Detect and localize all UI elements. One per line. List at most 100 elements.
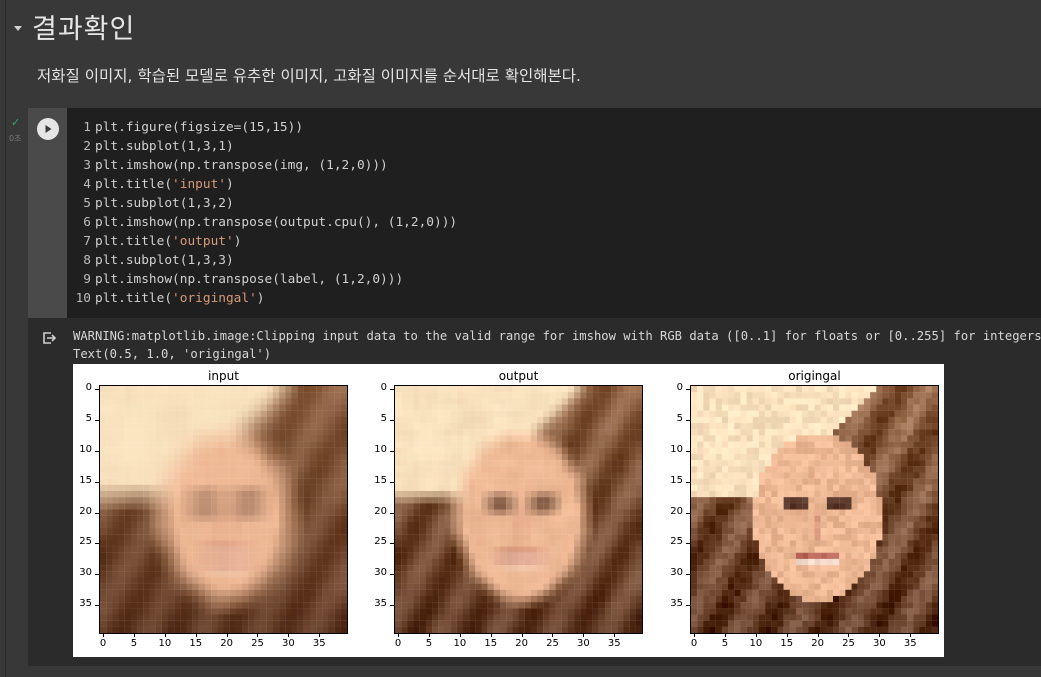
x-tick-mark [428, 633, 430, 637]
x-tick-mark [319, 633, 321, 637]
plot-image-panel [394, 385, 643, 634]
y-tick-label: 0 [676, 382, 683, 394]
x-tick-mark [817, 633, 819, 637]
y-tick-label: 30 [79, 567, 92, 579]
y-tick-label: 20 [79, 505, 92, 517]
x-tick-label: 10 [453, 638, 467, 649]
y-tick-mark [95, 512, 99, 514]
image-pixels [100, 386, 347, 633]
output-redirect-icon[interactable] [41, 330, 57, 346]
caret-down-icon[interactable] [14, 25, 22, 31]
y-tick-mark [686, 450, 690, 452]
y-tick-mark [390, 419, 394, 421]
x-tick-mark [288, 633, 290, 637]
y-tick-label: 30 [374, 567, 387, 579]
run-status-check-icon: ✓ [11, 116, 21, 129]
x-tick-label: 30 [576, 638, 590, 649]
y-tick-mark [390, 512, 394, 514]
x-tick-mark [694, 633, 696, 637]
x-tick-label: 30 [281, 638, 295, 649]
y-tick-mark [686, 512, 690, 514]
plot-title: origingal [788, 369, 841, 383]
y-tick-label: 10 [79, 443, 92, 455]
code-line[interactable]: 1 plt.figure(figsize=(15,15)) [72, 118, 457, 137]
warning-text: WARNING:matplotlib.image:Clipping input … [73, 329, 1041, 343]
y-tick-mark [390, 481, 394, 483]
y-tick-mark [390, 543, 394, 545]
x-tick-mark [552, 633, 554, 637]
y-tick-mark [686, 481, 690, 483]
run-duration: 0초 [9, 134, 22, 143]
code-line[interactable]: 4 plt.title('input') [72, 175, 457, 194]
code-text[interactable]: 1 plt.figure(figsize=(15,15)) 2 plt.subplot… [72, 118, 458, 308]
y-tick-mark [390, 450, 394, 452]
section-header[interactable]: 결과확인 [14, 8, 136, 45]
x-tick-label: 20 [515, 638, 528, 649]
line-number: 7 [83, 234, 91, 249]
play-circle-icon [45, 125, 52, 133]
code-line[interactable]: 7 plt.title('output') [72, 232, 457, 251]
line-number: 1 [83, 120, 91, 135]
line-number: 10 [75, 291, 91, 306]
matplotlib-figure: input 0 5 10 15 20 25 30 35 0 5 10 15 20 25 30 35 output 0… [73, 364, 944, 657]
x-tick-mark [724, 633, 726, 637]
run-cell-button[interactable] [37, 118, 59, 140]
x-tick-label: 15 [780, 638, 794, 649]
plot-image-panel [99, 385, 348, 634]
y-tick-mark [95, 389, 99, 391]
code-segment: plt.imshow(np.transpose(label, (1,2,0))) [95, 272, 404, 287]
y-tick-label: 5 [85, 412, 92, 424]
y-tick-label: 15 [670, 474, 683, 486]
y-tick-label: 20 [374, 505, 387, 517]
x-tick-label: 10 [749, 638, 763, 649]
x-tick-mark [490, 633, 492, 637]
x-tick-mark [195, 633, 197, 637]
x-tick-label: 20 [811, 638, 824, 649]
section-title: 결과확인 [32, 13, 136, 45]
result-text: Text(0.5, 1.0, 'origingal') [73, 347, 272, 361]
x-tick-label: 5 [130, 638, 138, 649]
x-tick-label: 20 [220, 638, 233, 649]
x-tick-label: 15 [189, 638, 203, 649]
code-line[interactable]: 10 plt.title('origingal') [72, 289, 457, 308]
y-tick-label: 15 [374, 474, 387, 486]
x-tick-label: 30 [872, 638, 886, 649]
x-tick-label: 15 [484, 638, 498, 649]
code-line[interactable]: 5 plt.subplot(1,3,2) [72, 194, 457, 213]
string-literal: 'output' [172, 234, 234, 249]
code-line[interactable]: 9 plt.imshow(np.transpose(label, (1,2,0))… [72, 270, 457, 289]
code-line[interactable]: 6 plt.imshow(np.transpose(output.cpu(), (… [72, 213, 457, 232]
x-tick-mark [521, 633, 523, 637]
y-tick-mark [686, 389, 690, 391]
code-line[interactable]: 8 plt.subplot(1,3,3) [72, 251, 457, 270]
line-number: 9 [83, 272, 91, 287]
y-tick-label: 25 [374, 536, 387, 548]
code-segment: plt.title( [95, 234, 173, 249]
y-tick-label: 5 [380, 412, 387, 424]
x-tick-label: 35 [312, 638, 326, 649]
line-number: 2 [83, 139, 91, 154]
code-segment: plt.subplot(1,3,1) [95, 139, 234, 154]
image-pixels [395, 386, 642, 633]
line-number: 8 [83, 253, 91, 268]
y-tick-label: 0 [380, 382, 387, 394]
x-tick-mark [133, 633, 135, 637]
x-tick-label: 25 [251, 638, 264, 649]
y-tick-label: 15 [79, 474, 92, 486]
image-pixels [691, 386, 938, 633]
x-tick-label: 0 [394, 638, 402, 649]
code-line[interactable]: 3 plt.imshow(np.transpose(img, (1,2,0))) [72, 156, 457, 175]
x-tick-label: 0 [99, 638, 107, 649]
y-tick-label: 35 [670, 598, 683, 610]
code-segment: ) [256, 291, 265, 306]
y-tick-mark [686, 605, 690, 607]
y-tick-mark [95, 605, 99, 607]
x-tick-mark [879, 633, 881, 637]
x-tick-mark [257, 633, 259, 637]
y-tick-mark [686, 543, 690, 545]
code-line[interactable]: 2 plt.subplot(1,3,1) [72, 137, 457, 156]
y-tick-mark [95, 574, 99, 576]
left-rule [5, 0, 6, 677]
code-segment: ) [233, 234, 242, 249]
code-segment: plt.imshow(np.transpose(output.cpu(), (1… [95, 215, 458, 230]
